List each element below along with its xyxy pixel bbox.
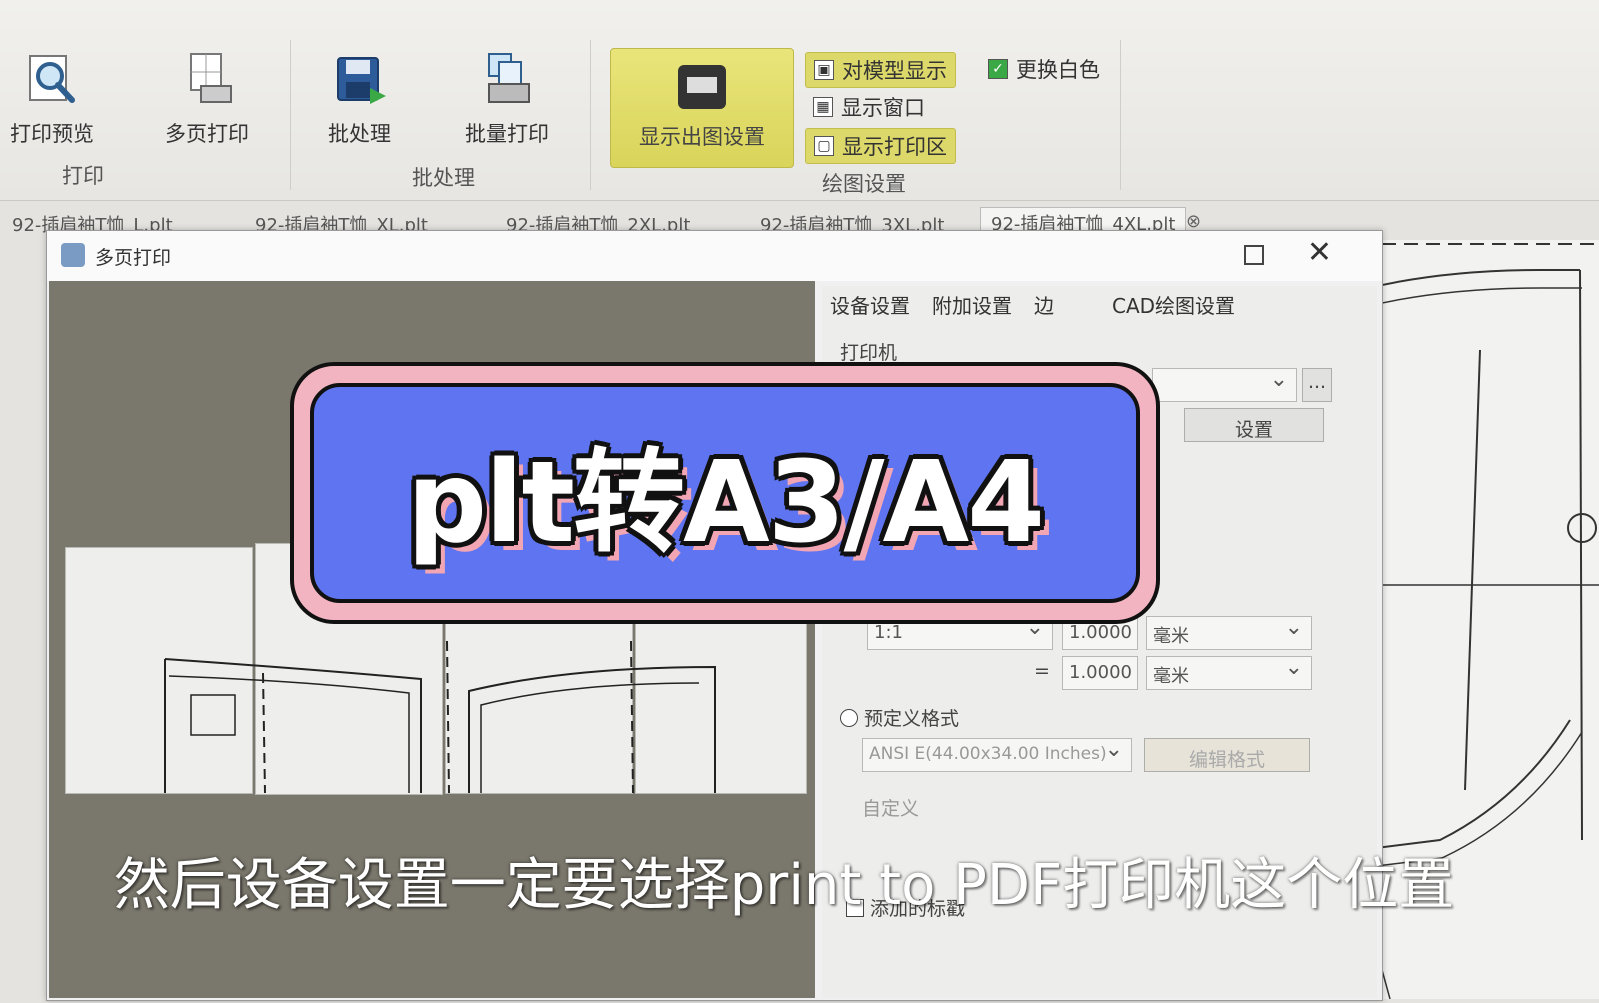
tab-additional-settings[interactable]: 附加设置 xyxy=(932,290,1012,319)
batch-process-label: 批处理 xyxy=(328,122,391,146)
drawing-group-label: 绘图设置 xyxy=(822,172,906,196)
change-white-icon: ✓ xyxy=(988,59,1008,79)
dialog-titlebar: 多页打印 ✕ xyxy=(47,231,1382,281)
change-white-label: 更换白色 xyxy=(1016,58,1100,82)
maximize-icon[interactable] xyxy=(1244,245,1264,265)
display-output-settings-button[interactable]: 显示出图设置 xyxy=(610,48,794,168)
printer-browse-button[interactable]: ... xyxy=(1302,368,1332,402)
print-area-icon: ▢ xyxy=(814,136,834,156)
batch-print-button[interactable]: 批量打印 xyxy=(465,52,549,148)
model-display-icon: ▣ xyxy=(814,60,834,80)
magnifier-icon xyxy=(24,52,80,108)
change-white-option[interactable]: ✓ 更换白色 xyxy=(980,52,1108,86)
predefined-format-label: 预定义格式 xyxy=(864,708,960,730)
multi-page-printer-icon xyxy=(179,52,235,108)
show-print-area-label: 显示打印区 xyxy=(842,135,947,159)
dialog-title: 多页打印 xyxy=(95,247,172,269)
batch-group-label: 批处理 xyxy=(412,166,475,190)
predefined-format-radio[interactable]: 预定义格式 xyxy=(840,704,959,731)
display-output-settings-label: 显示出图设置 xyxy=(639,125,765,149)
printer-setup-button[interactable]: 设置 xyxy=(1184,408,1324,442)
multi-page-print-label: 多页打印 xyxy=(165,122,249,146)
radio-circle-icon xyxy=(840,708,858,727)
equals-sign: = xyxy=(1034,660,1050,682)
app-icon xyxy=(61,243,85,267)
model-display-label: 对模型显示 xyxy=(842,59,947,83)
printer-select[interactable] xyxy=(1152,367,1297,402)
batch-printer-icon xyxy=(479,52,535,108)
unit-1-select[interactable]: 毫米 xyxy=(1146,615,1312,650)
tab-margin[interactable]: 边 xyxy=(1034,290,1054,319)
video-subtitle: 然后设备设置一定要选择print to PDF打印机这个位置 xyxy=(113,853,1455,918)
close-tab-icon[interactable]: ⊗ xyxy=(1186,211,1201,232)
ribbon-toolbar: 打印预览 多页打印 打印 批处理 批量打印 批处理 显示出图设置 ▣ 对模型显示… xyxy=(0,0,1599,201)
unit-2-select[interactable]: 毫米 xyxy=(1146,655,1312,690)
close-icon[interactable]: ✕ xyxy=(1307,235,1332,270)
floppy-disk-icon xyxy=(332,52,388,108)
show-window-label: 显示窗口 xyxy=(841,96,925,120)
window-grid-icon: ▦ xyxy=(813,97,833,117)
banner-title: plt转A3/A4 xyxy=(406,438,1045,568)
printer-group-label: 打印机 xyxy=(840,342,898,364)
paper-format-select[interactable]: ANSI E(44.00x34.00 Inches) xyxy=(862,737,1132,772)
batch-print-label: 批量打印 xyxy=(465,122,549,146)
multi-page-print-button[interactable]: 多页打印 xyxy=(165,52,249,148)
print-preview-button[interactable]: 打印预览 xyxy=(10,52,94,148)
custom-label: 自定义 xyxy=(862,798,920,820)
banner-box: plt转A3/A4 xyxy=(310,383,1140,603)
display-icon xyxy=(678,65,726,109)
print-group-label: 打印 xyxy=(62,164,104,188)
print-preview-label: 打印预览 xyxy=(10,122,94,146)
tab-cad-drawing-settings[interactable]: CAD绘图设置 xyxy=(1112,290,1235,319)
model-display-option[interactable]: ▣ 对模型显示 xyxy=(805,52,956,88)
tab-device-settings[interactable]: 设备设置 xyxy=(830,290,910,319)
show-window-option[interactable]: ▦ 显示窗口 xyxy=(805,90,933,124)
scale-value-2-input[interactable]: 1.0000 xyxy=(1062,656,1138,690)
batch-process-button[interactable]: 批处理 xyxy=(328,52,391,148)
edit-format-button[interactable]: 编辑格式 xyxy=(1144,738,1310,772)
show-print-area-option[interactable]: ▢ 显示打印区 xyxy=(805,128,956,164)
